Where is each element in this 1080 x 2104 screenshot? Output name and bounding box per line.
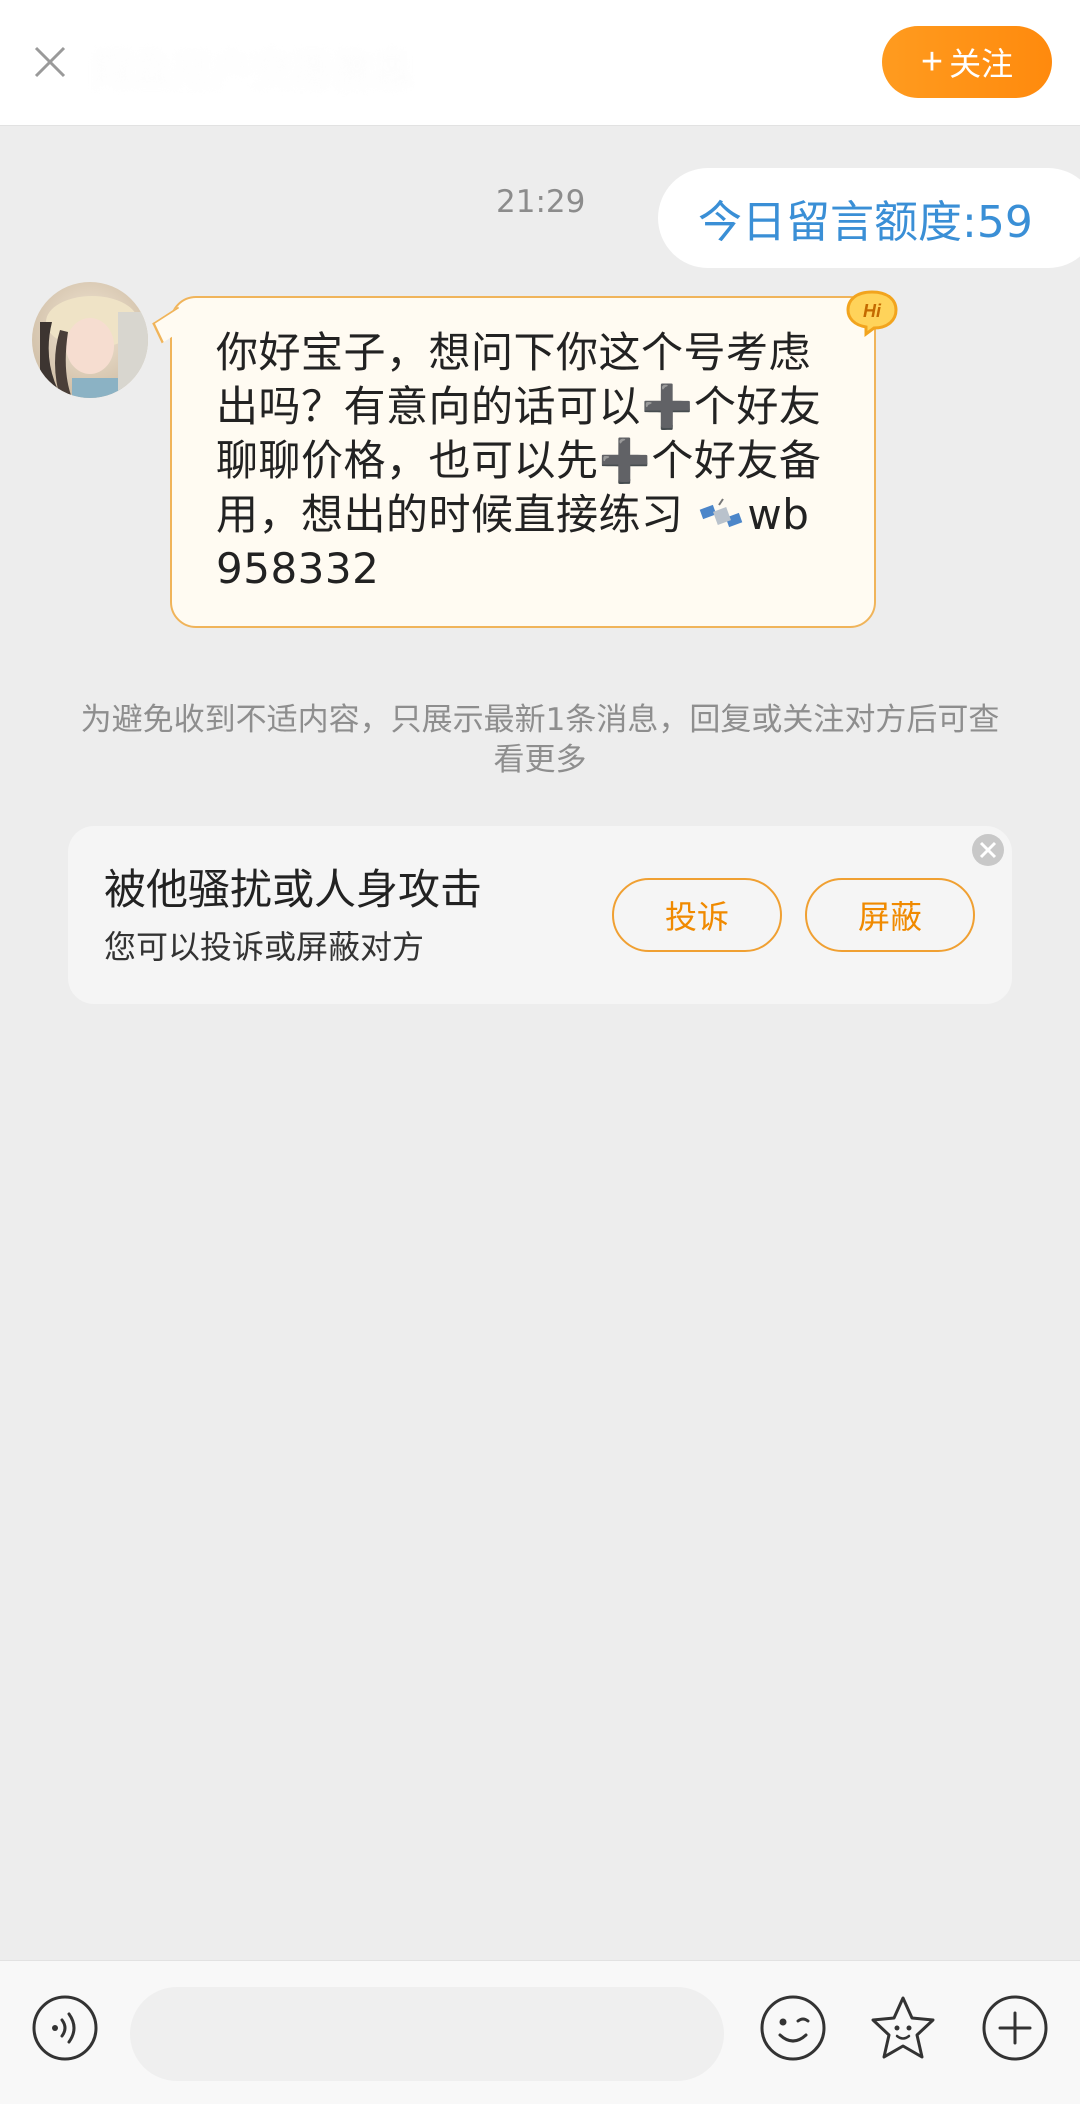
plus-emoji: ➕ (598, 436, 652, 485)
report-title: 被他骚扰或人身攻击 (104, 865, 483, 914)
satellite-icon (697, 490, 747, 539)
block-button[interactable]: 屏蔽 (805, 878, 975, 952)
voice-icon[interactable] (30, 1993, 100, 2063)
quota-badge: 今日留言额度:59 (658, 168, 1080, 268)
hi-badge-icon: Hi (844, 288, 900, 338)
plus-icon: + (920, 40, 944, 83)
report-card: 被他骚扰或人身攻击 您可以投诉或屏蔽对方 投诉 屏蔽 (68, 826, 1012, 1004)
message-bubble[interactable]: 你好宝子，想问下你这个号考虑出吗？有意向的话可以➕个好友聊聊价格，也可以先➕个好… (152, 290, 898, 628)
follow-button[interactable]: + 关注 (882, 26, 1052, 98)
input-bar (0, 1960, 1080, 2104)
complain-button[interactable]: 投诉 (612, 878, 782, 952)
chat-page: 闲鱼用户交易信息 + 关注 21:29 今日留言额度:59 你好宝子，想问下你这… (0, 0, 1080, 2104)
message-timestamp: 21:29 (496, 184, 586, 220)
message-input[interactable] (130, 1987, 724, 2081)
plus-emoji: ➕ (641, 382, 694, 431)
page-title: 闲鱼用户交易信息 (92, 48, 412, 94)
top-bar: 闲鱼用户交易信息 + 关注 (0, 0, 1080, 126)
report-subtitle: 您可以投诉或屏蔽对方 (104, 928, 425, 966)
bubble-tail (152, 306, 188, 344)
close-icon[interactable] (28, 40, 72, 84)
sticker-icon[interactable] (868, 1993, 938, 2063)
svg-text:Hi: Hi (863, 301, 882, 321)
emoji-icon[interactable] (758, 1993, 828, 2063)
add-icon[interactable] (980, 1993, 1050, 2063)
follow-label: 关注 (949, 46, 1014, 82)
message-limit-notice: 为避免收到不适内容，只展示最新1条消息，回复或关注对方后可查看更多 (80, 702, 1000, 778)
avatar[interactable] (32, 282, 148, 398)
message-text: 你好宝子，想问下你这个号考虑出吗？有意向的话可以➕个好友聊聊价格，也可以先➕个好… (216, 326, 824, 596)
quota-text: 今日留言额度:59 (698, 197, 1033, 248)
close-icon[interactable] (968, 830, 1008, 870)
